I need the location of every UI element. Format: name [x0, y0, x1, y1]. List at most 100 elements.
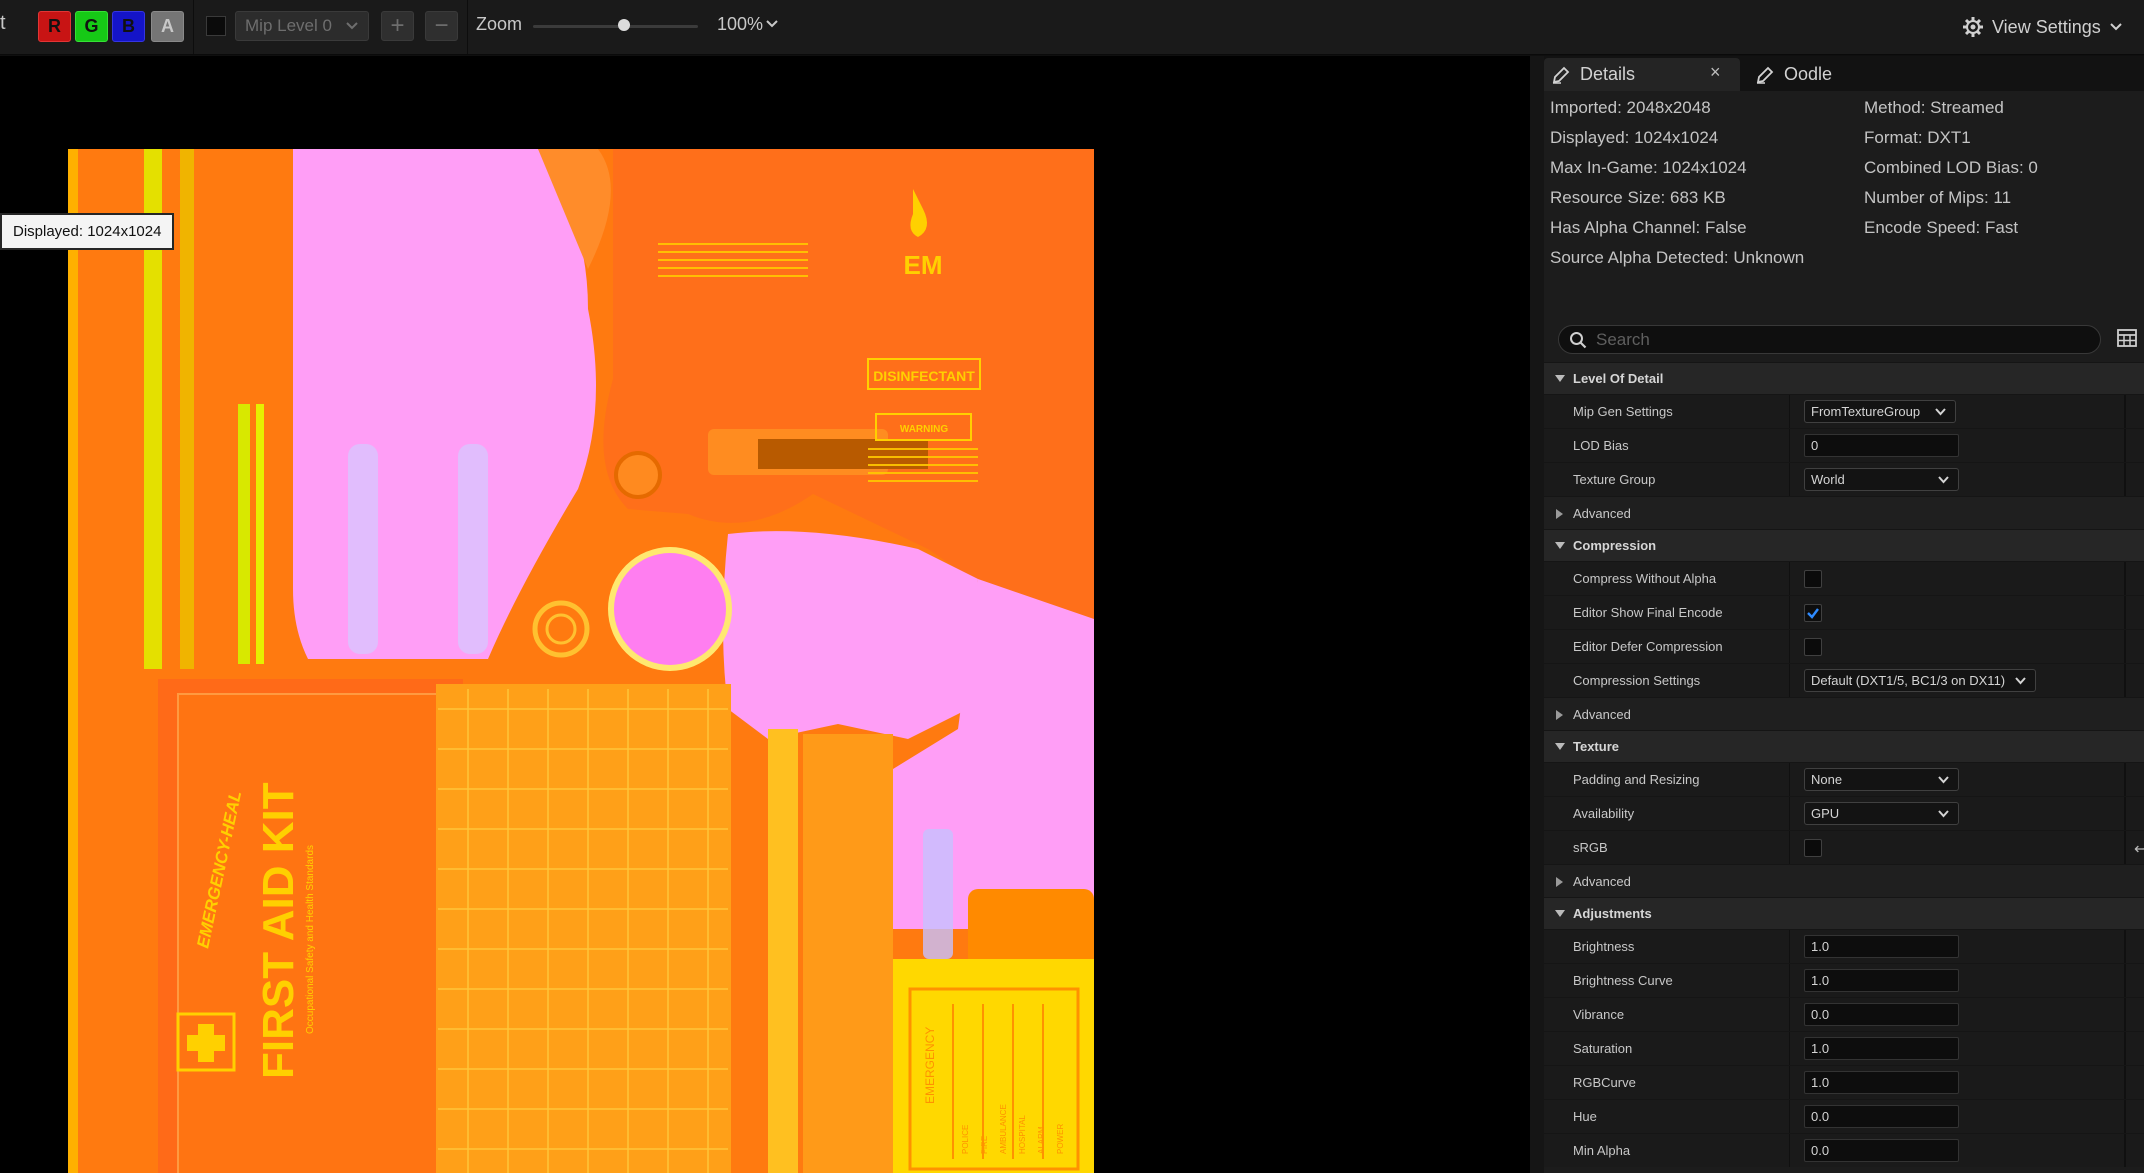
- row-divider: [1789, 596, 1790, 629]
- green-channel-toggle[interactable]: G: [75, 11, 108, 42]
- mip-gen-settings-dropdown[interactable]: FromTextureGroup: [1804, 400, 1956, 423]
- texture-preview-image: EM DISINFECTANT WARNING FIRST AID KIT EM…: [68, 149, 1094, 1173]
- advanced-texture-group[interactable]: Advanced: [1544, 864, 2144, 897]
- row-divider: [2124, 429, 2126, 462]
- caret-right-icon: [1556, 710, 1563, 720]
- property-label: Texture Group: [1573, 472, 1656, 487]
- editor-show-final-encode-checkbox[interactable]: [1804, 604, 1822, 622]
- panel-tab-bar: Details × Oodle: [1544, 56, 2144, 91]
- property-row-vibrance: Vibrance 0.0: [1544, 997, 2144, 1031]
- emergency-item: FIRE: [980, 1136, 989, 1154]
- brightness-field[interactable]: 1.0: [1804, 935, 1959, 958]
- row-divider: [1789, 930, 1790, 963]
- advanced-label: Advanced: [1573, 506, 1631, 521]
- row-divider: [1789, 831, 1790, 864]
- min-alpha-field[interactable]: 0.0: [1804, 1139, 1959, 1162]
- padding-and-resizing-dropdown[interactable]: None: [1804, 768, 1959, 791]
- mip-level-value: Mip Level 0: [245, 16, 332, 35]
- caret-down-icon: [1555, 910, 1565, 917]
- category-label: Texture: [1573, 739, 1619, 754]
- warning-text: WARNING: [900, 424, 949, 435]
- blue-channel-toggle[interactable]: B: [112, 11, 145, 42]
- srgb-checkbox[interactable]: [1804, 839, 1822, 857]
- texture-viewport[interactable]: EM DISINFECTANT WARNING FIRST AID KIT EM…: [0, 56, 1530, 1173]
- info-format: Format: DXT1: [1864, 128, 1971, 147]
- mip-level-dropdown[interactable]: Mip Level 0: [235, 11, 369, 41]
- lod-bias-field[interactable]: 0: [1804, 434, 1959, 457]
- red-channel-toggle[interactable]: R: [38, 11, 71, 42]
- zoom-slider-handle[interactable]: [617, 19, 630, 31]
- zoom-label: Zoom: [476, 14, 523, 34]
- zoom-slider-track[interactable]: [533, 25, 698, 28]
- property-label: Compression Settings: [1573, 673, 1701, 688]
- property-label: Brightness Curve: [1573, 973, 1673, 988]
- table-view-icon[interactable]: [2117, 329, 2137, 347]
- toolbar: t R G B A Mip Level 0 + − Zoom 100% View…: [0, 0, 2144, 55]
- row-divider: [1789, 1032, 1790, 1065]
- compress-without-alpha-checkbox[interactable]: [1804, 570, 1822, 588]
- hue-field[interactable]: 0.0: [1804, 1105, 1959, 1128]
- category-texture[interactable]: Texture: [1544, 730, 2144, 762]
- brightness-curve-field[interactable]: 1.0: [1804, 969, 1959, 992]
- saturation-field[interactable]: 1.0: [1804, 1037, 1959, 1060]
- property-row-brightness: Brightness 1.0: [1544, 929, 2144, 963]
- property-row-saturation: Saturation 1.0: [1544, 1031, 2144, 1065]
- mip-decrease-button[interactable]: −: [425, 11, 458, 41]
- row-divider: [2124, 1032, 2126, 1065]
- row-divider: [1789, 964, 1790, 997]
- row-divider: [2124, 964, 2126, 997]
- row-divider: [2124, 395, 2126, 428]
- info-lod-bias: Combined LOD Bias: 0: [1864, 158, 2038, 177]
- row-divider: [1789, 395, 1790, 428]
- availability-dropdown[interactable]: GPU: [1804, 802, 1959, 825]
- tab-oodle[interactable]: Oodle: [1752, 58, 1832, 91]
- caret-down-icon: [1555, 542, 1565, 549]
- row-divider: [1789, 630, 1790, 663]
- row-divider: [2124, 630, 2126, 663]
- row-divider: [1789, 1100, 1790, 1133]
- category-adjustments[interactable]: Adjustments: [1544, 897, 2144, 929]
- toolbar-truncated-text: t: [0, 12, 6, 34]
- emergency-item: AMBULANCE: [999, 1104, 1008, 1154]
- row-divider: [1789, 1066, 1790, 1099]
- advanced-compression-group[interactable]: Advanced: [1544, 697, 2144, 730]
- pencil-icon: [1756, 66, 1774, 84]
- checkmark-icon: [1807, 608, 1819, 619]
- row-divider: [1789, 763, 1790, 796]
- info-displayed: Displayed: 1024x1024: [1550, 128, 1719, 147]
- advanced-lod-group[interactable]: Advanced: [1544, 496, 2144, 529]
- property-row-texture-group: Texture Group World: [1544, 462, 2144, 496]
- pencil-icon: [1552, 66, 1570, 84]
- emergency-item: HOSPITAL: [1018, 1114, 1027, 1154]
- chevron-down-icon: [346, 22, 358, 30]
- search-input[interactable]: Search: [1558, 325, 2101, 354]
- close-icon[interactable]: ×: [1710, 62, 1721, 83]
- mip-increase-button[interactable]: +: [381, 11, 414, 41]
- caret-right-icon: [1556, 509, 1563, 519]
- info-num-mips: Number of Mips: 11: [1864, 188, 2012, 207]
- texture-group-dropdown[interactable]: World: [1804, 468, 1959, 491]
- em-text: EM: [904, 250, 943, 280]
- alpha-channel-toggle[interactable]: A: [151, 11, 184, 42]
- info-max-in-game: Max In-Game: 1024x1024: [1550, 158, 1747, 177]
- view-settings-button[interactable]: View Settings: [1962, 12, 2130, 42]
- zoom-value-dropdown[interactable]: 100%: [717, 14, 763, 35]
- property-label: Saturation: [1573, 1041, 1633, 1056]
- category-level-of-detail[interactable]: Level Of Detail: [1544, 362, 2144, 394]
- property-label: Availability: [1573, 806, 1635, 821]
- row-divider: [1789, 429, 1790, 462]
- chevron-down-icon: [2110, 22, 2122, 30]
- reset-to-default-icon[interactable]: ↩: [2134, 839, 2144, 859]
- compression-settings-dropdown[interactable]: Default (DXT1/5, BC1/3 on DX11): [1804, 669, 2036, 692]
- info-resource-size: Resource Size: 683 KB: [1550, 188, 1726, 207]
- editor-defer-compression-checkbox[interactable]: [1804, 638, 1822, 656]
- panel-splitter[interactable]: [1530, 56, 1544, 1173]
- category-compression[interactable]: Compression: [1544, 529, 2144, 561]
- chevron-down-icon: [1938, 810, 1949, 818]
- category-label: Level Of Detail: [1573, 371, 1664, 386]
- background-color-swatch[interactable]: [206, 16, 226, 36]
- rgbcurve-field[interactable]: 1.0: [1804, 1071, 1959, 1094]
- property-row-availability: Availability GPU: [1544, 796, 2144, 830]
- property-row-brightness-curve: Brightness Curve 1.0: [1544, 963, 2144, 997]
- vibrance-field[interactable]: 0.0: [1804, 1003, 1959, 1026]
